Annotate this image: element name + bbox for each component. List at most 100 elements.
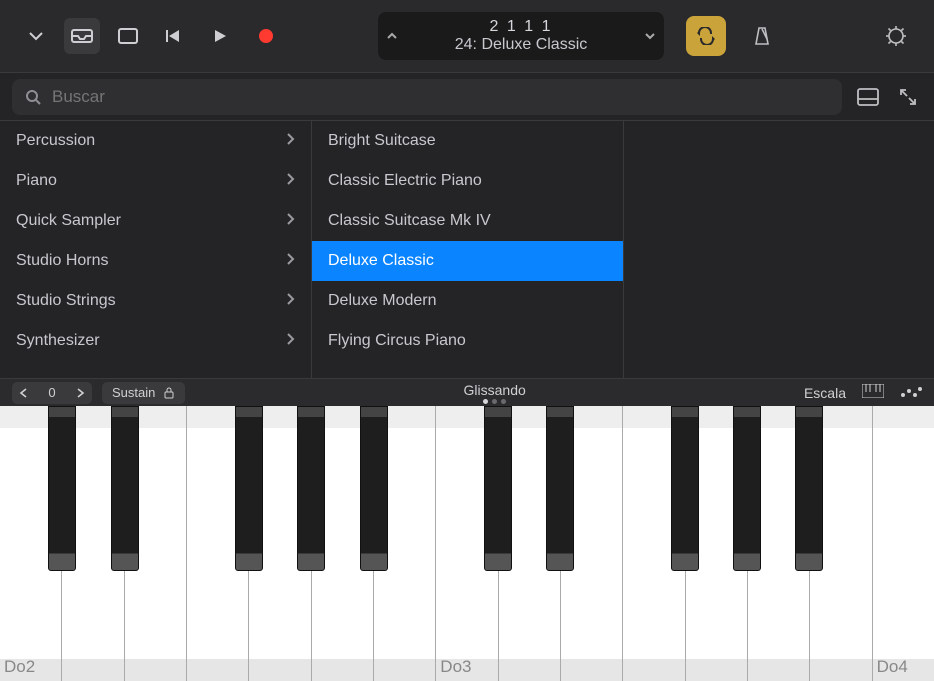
settings-button[interactable]	[876, 16, 916, 56]
preset-label: Classic Electric Piano	[328, 172, 482, 190]
black-key[interactable]	[48, 406, 76, 571]
arpeggio-icon	[900, 386, 922, 398]
expand-icon	[898, 87, 918, 107]
next-patch-button[interactable]	[636, 12, 664, 60]
black-key[interactable]	[484, 406, 512, 571]
white-key[interactable]: Do4	[873, 406, 934, 681]
preset-label: Deluxe Classic	[328, 252, 434, 270]
category-label: Synthesizer	[16, 332, 100, 350]
piano-keyboard: Do2 Do3 Do4	[0, 406, 934, 681]
sound-browser: Percussion Piano Quick Sampler Studio Horns…	[0, 120, 934, 378]
note-label: Do2	[4, 657, 35, 677]
top-toolbar: 2 1 1 1 24: Deluxe Classic	[0, 0, 934, 72]
category-item[interactable]: Quick Sampler	[0, 201, 311, 241]
chevron-down-icon	[643, 29, 657, 43]
octave-up-button[interactable]	[68, 382, 92, 404]
preset-label: Flying Circus Piano	[328, 332, 466, 350]
preset-item[interactable]: Deluxe Modern	[312, 281, 623, 321]
category-item[interactable]: Percussion	[0, 121, 311, 161]
search-icon	[24, 88, 42, 106]
preset-label: Deluxe Modern	[328, 292, 437, 310]
chevron-left-icon	[19, 388, 29, 398]
category-label: Quick Sampler	[16, 212, 121, 230]
black-key[interactable]	[795, 406, 823, 571]
black-key[interactable]	[111, 406, 139, 571]
black-key[interactable]	[733, 406, 761, 571]
preset-item[interactable]: Classic Electric Piano	[312, 161, 623, 201]
lcd-display: 2 1 1 1 24: Deluxe Classic	[378, 12, 664, 60]
black-key[interactable]	[671, 406, 699, 571]
search-input[interactable]	[52, 87, 830, 107]
preset-list: Bright Suitcase Classic Electric Piano Cla…	[312, 121, 624, 378]
category-item[interactable]: Piano	[0, 161, 311, 201]
category-item[interactable]: Studio Strings	[0, 281, 311, 321]
metronome-button[interactable]	[742, 16, 782, 56]
window-icon	[118, 28, 138, 44]
chevron-right-icon	[75, 388, 85, 398]
view-mode-button[interactable]	[854, 83, 882, 111]
category-list: Percussion Piano Quick Sampler Studio Horns…	[0, 121, 312, 378]
chevron-right-icon	[285, 212, 295, 231]
category-label: Percussion	[16, 132, 95, 150]
search-field-container	[12, 79, 842, 115]
play-icon	[212, 28, 228, 44]
page-dots	[483, 399, 506, 404]
browser-detail	[624, 121, 934, 378]
octave-control: 0	[12, 382, 92, 404]
scale-button[interactable]: Escala	[804, 385, 846, 401]
keyboard-mode-label: Glissando	[464, 382, 526, 398]
preset-label: Bright Suitcase	[328, 132, 436, 150]
octave-value: 0	[36, 385, 68, 400]
black-key[interactable]	[360, 406, 388, 571]
preset-item[interactable]: Flying Circus Piano	[312, 321, 623, 361]
category-item[interactable]: Studio Horns	[0, 241, 311, 281]
prev-patch-button[interactable]	[378, 12, 406, 60]
note-label: Do4	[877, 657, 908, 677]
keyboard-icon	[862, 384, 884, 398]
library-button[interactable]	[64, 18, 100, 54]
arpeggiator-button[interactable]	[900, 385, 922, 401]
note-label: Do3	[440, 657, 471, 677]
keyboard-toolbar: 0 Sustain Glissando Escala	[0, 378, 934, 406]
category-label: Studio Strings	[16, 292, 116, 310]
preset-item[interactable]: Classic Suitcase Mk IV	[312, 201, 623, 241]
search-bar	[0, 72, 934, 120]
lock-icon	[163, 387, 175, 399]
chevron-right-icon	[285, 332, 295, 351]
expand-button[interactable]	[894, 83, 922, 111]
keyboard-view-button[interactable]	[862, 384, 884, 401]
cycle-button[interactable]	[686, 16, 726, 56]
chevron-right-icon	[285, 172, 295, 191]
black-key[interactable]	[235, 406, 263, 571]
record-icon	[257, 27, 275, 45]
chevron-up-icon	[385, 29, 399, 43]
window-button[interactable]	[110, 18, 146, 54]
menu-dropdown-button[interactable]	[18, 18, 54, 54]
category-item[interactable]: Synthesizer	[0, 321, 311, 361]
chevron-down-icon	[27, 27, 45, 45]
lcd-position: 2 1 1 1	[490, 18, 553, 36]
chevron-right-icon	[285, 292, 295, 311]
play-button[interactable]	[202, 18, 238, 54]
preset-item[interactable]: Bright Suitcase	[312, 121, 623, 161]
cycle-icon	[695, 27, 717, 45]
preset-item[interactable]: Deluxe Classic	[312, 241, 623, 281]
preset-label: Classic Suitcase Mk IV	[328, 212, 491, 230]
chevron-right-icon	[285, 252, 295, 271]
lcd-patch-name: 24: Deluxe Classic	[455, 36, 588, 54]
rewind-icon	[165, 28, 183, 44]
chevron-right-icon	[285, 132, 295, 151]
sustain-control[interactable]: Sustain	[102, 382, 185, 404]
black-key[interactable]	[297, 406, 325, 571]
octave-down-button[interactable]	[12, 382, 36, 404]
keyboard-mode-indicator: Glissando	[195, 382, 794, 404]
panel-icon	[857, 88, 879, 106]
rewind-button[interactable]	[156, 18, 192, 54]
category-label: Studio Horns	[16, 252, 109, 270]
record-button[interactable]	[248, 18, 284, 54]
inbox-icon	[71, 27, 93, 45]
gear-icon	[885, 25, 907, 47]
black-key[interactable]	[546, 406, 574, 571]
sustain-label: Sustain	[112, 385, 155, 400]
metronome-icon	[752, 26, 772, 46]
